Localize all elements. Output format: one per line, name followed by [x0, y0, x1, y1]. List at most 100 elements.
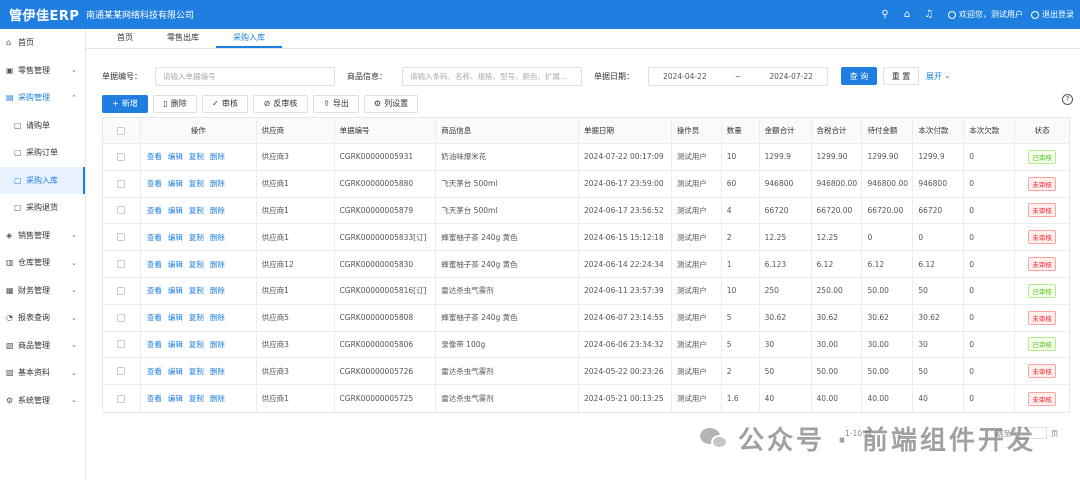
row-checkbox[interactable] — [117, 152, 126, 161]
row-action-1[interactable]: 编辑 — [168, 259, 183, 270]
sidebar-item-0[interactable]: ⌂ 首页 — [0, 29, 85, 57]
row-action-2[interactable]: 复制 — [189, 312, 204, 323]
row-checkbox[interactable] — [117, 206, 126, 215]
row-action-3[interactable]: 删除 — [210, 339, 225, 350]
delete-button[interactable]: ▯ 删除 — [153, 94, 197, 113]
row-action-1[interactable]: 编辑 — [168, 366, 183, 377]
table-row[interactable]: 查看 编辑 复制 删除 供应商3 CGRK00000005931 奶油味爆米花 2024-07… — [103, 144, 1069, 171]
goods-input[interactable]: 请输入条码、名称、规格、型号、颜色、扩展... — [402, 66, 582, 86]
row-checkbox[interactable] — [117, 260, 126, 269]
logout-link[interactable]: 退出登录 — [1031, 9, 1074, 20]
table-row[interactable]: 查看 编辑 复制 删除 供应商12 CGRK00000005830 蜂蜜柚子茶 240g 黄… — [103, 251, 1069, 278]
bank-icon[interactable]: ⌂ — [896, 9, 918, 20]
sidebar-item-4[interactable]: ▥ 仓库管理 ⌄ — [0, 249, 85, 277]
row-action-3[interactable]: 删除 — [210, 178, 225, 189]
row-action-1[interactable]: 编辑 — [168, 285, 183, 296]
table-row[interactable]: 查看 编辑 复制 删除 供应商1 CGRK00000005816[订] 雷达杀虫气雾剂 202… — [103, 277, 1069, 305]
user-menu[interactable]: 欢迎您，测试用户 — [948, 9, 1023, 20]
query-button[interactable]: 查 询 — [841, 67, 877, 85]
cell-owed: 0 — [964, 251, 1016, 277]
row-action-3[interactable]: 删除 — [210, 312, 225, 323]
sidebar-item-3[interactable]: ◈ 销售管理 ⌄ — [0, 222, 85, 250]
row-action-1[interactable]: 编辑 — [168, 232, 183, 243]
table-row[interactable]: 查看 编辑 复制 删除 供应商3 CGRK00000005726 雷达杀虫气雾剂 2024-0… — [103, 358, 1069, 386]
select-all-checkbox-cell[interactable] — [103, 118, 141, 143]
sidebar-subitem-2[interactable]: ▢ 采购入库 — [0, 166, 85, 194]
sidebar-item-1[interactable]: ▣ 零售管理 ⌄ — [0, 57, 85, 85]
reset-button[interactable]: 重 置 — [883, 67, 919, 85]
row-action-3[interactable]: 删除 — [210, 232, 225, 243]
select-all-checkbox[interactable] — [117, 126, 126, 135]
table-row[interactable]: 查看 编辑 复制 删除 供应商1 CGRK00000005879 飞天茅台 500ml 202… — [103, 197, 1069, 225]
date-range-input[interactable]: 2024-04-22 ~ 2024-07-22 — [648, 66, 828, 86]
row-action-0[interactable]: 查看 — [147, 393, 162, 404]
table-row[interactable]: 查看 编辑 复制 删除 供应商3 CGRK00000005806 录像带 100g 2024-… — [103, 331, 1069, 359]
row-action-3[interactable]: 删除 — [210, 366, 225, 377]
row-action-0[interactable]: 查看 — [147, 339, 162, 350]
row-checkbox[interactable] — [117, 394, 126, 403]
row-action-3[interactable]: 删除 — [210, 285, 225, 296]
row-checkbox[interactable] — [117, 233, 126, 242]
tab-1[interactable]: 零售出库 — [150, 29, 216, 48]
row-action-1[interactable]: 编辑 — [168, 178, 183, 189]
row-action-0[interactable]: 查看 — [147, 178, 162, 189]
row-action-2[interactable]: 复制 — [189, 393, 204, 404]
row-action-0[interactable]: 查看 — [147, 285, 162, 296]
row-action-0[interactable]: 查看 — [147, 205, 162, 216]
sidebar-item-5[interactable]: ▦ 财务管理 ⌄ — [0, 277, 85, 305]
row-action-1[interactable]: 编辑 — [168, 312, 183, 323]
row-action-1[interactable]: 编辑 — [168, 205, 183, 216]
row-action-2[interactable]: 复制 — [189, 178, 204, 189]
row-action-1[interactable]: 编辑 — [168, 339, 183, 350]
row-action-2[interactable]: 复制 — [189, 339, 204, 350]
sidebar-subitem-0[interactable]: ▢ 请购单 — [0, 112, 85, 140]
row-action-2[interactable]: 复制 — [189, 366, 204, 377]
row-action-0[interactable]: 查看 — [147, 312, 162, 323]
row-action-3[interactable]: 删除 — [210, 151, 225, 162]
sidebar-item-2[interactable]: ▤ 采购管理 ⌃ — [0, 84, 85, 112]
table-row[interactable]: 查看 编辑 复制 删除 供应商1 CGRK00000005833[订] 蜂蜜柚子茶 240g… — [103, 224, 1069, 252]
row-checkbox[interactable] — [117, 286, 126, 295]
bell-icon[interactable]: ♫ — [918, 9, 940, 20]
row-action-2[interactable]: 复制 — [189, 151, 204, 162]
column-settings-button[interactable]: ⚙ 列设置 — [364, 94, 418, 113]
expand-toggle[interactable]: 展开 ⌄ — [926, 71, 951, 82]
table-row[interactable]: 查看 编辑 复制 删除 供应商5 CGRK00000005808 蜂蜜柚子茶 240g 黄色… — [103, 304, 1069, 332]
row-action-1[interactable]: 编辑 — [168, 151, 183, 162]
bill-no-input[interactable]: 请输入单据编号 — [155, 66, 335, 86]
add-button[interactable]: + 新增 — [102, 94, 148, 113]
row-action-2[interactable]: 复制 — [189, 232, 204, 243]
row-action-0[interactable]: 查看 — [147, 259, 162, 270]
sidebar-subitem-3[interactable]: ▢ 采购退货 — [0, 194, 85, 222]
sidebar-item-8[interactable]: ▨ 基本资料 ⌄ — [0, 359, 85, 387]
row-action-0[interactable]: 查看 — [147, 151, 162, 162]
row-checkbox[interactable] — [117, 313, 126, 322]
row-action-3[interactable]: 删除 — [210, 205, 225, 216]
row-action-0[interactable]: 查看 — [147, 232, 162, 243]
export-button[interactable]: ⇪ 导出 — [313, 94, 359, 113]
table-row[interactable]: 查看 编辑 复制 删除 供应商1 CGRK00000005725 雷达杀虫气雾剂 2024-0… — [103, 385, 1069, 412]
help-icon[interactable]: ? — [1062, 94, 1073, 105]
row-action-1[interactable]: 编辑 — [168, 393, 183, 404]
sidebar-item-6[interactable]: ◔ 报表查询 ⌄ — [0, 304, 85, 332]
row-checkbox[interactable] — [117, 179, 126, 188]
sidebar-item-7[interactable]: ▧ 商品管理 ⌄ — [0, 332, 85, 360]
row-action-0[interactable]: 查看 — [147, 366, 162, 377]
row-checkbox[interactable] — [117, 367, 126, 376]
search-icon[interactable]: ⚲ — [874, 9, 896, 20]
unaudit-button[interactable]: ⊘ 反审核 — [253, 94, 308, 113]
report-icon: ◔ — [6, 313, 13, 323]
row-action-3[interactable]: 删除 — [210, 393, 225, 404]
tab-0[interactable]: 首页 — [100, 29, 150, 48]
row-checkbox[interactable] — [117, 340, 126, 349]
tab-2[interactable]: 采购入库 — [216, 29, 282, 48]
row-action-3[interactable]: 删除 — [210, 259, 225, 270]
audit-button[interactable]: ✓ 审核 — [202, 94, 248, 113]
row-action-2[interactable]: 复制 — [189, 259, 204, 270]
row-action-2[interactable]: 复制 — [189, 205, 204, 216]
sidebar-subitem-1[interactable]: ▢ 采购订单 — [0, 139, 85, 167]
app-logo[interactable]: 管伊佳ERP — [0, 5, 86, 24]
table-row[interactable]: 查看 编辑 复制 删除 供应商1 CGRK00000005880 飞天茅台 500ml 202… — [103, 170, 1069, 198]
sidebar-item-9[interactable]: ⚙ 系统管理 ⌄ — [0, 387, 85, 415]
row-action-2[interactable]: 复制 — [189, 285, 204, 296]
